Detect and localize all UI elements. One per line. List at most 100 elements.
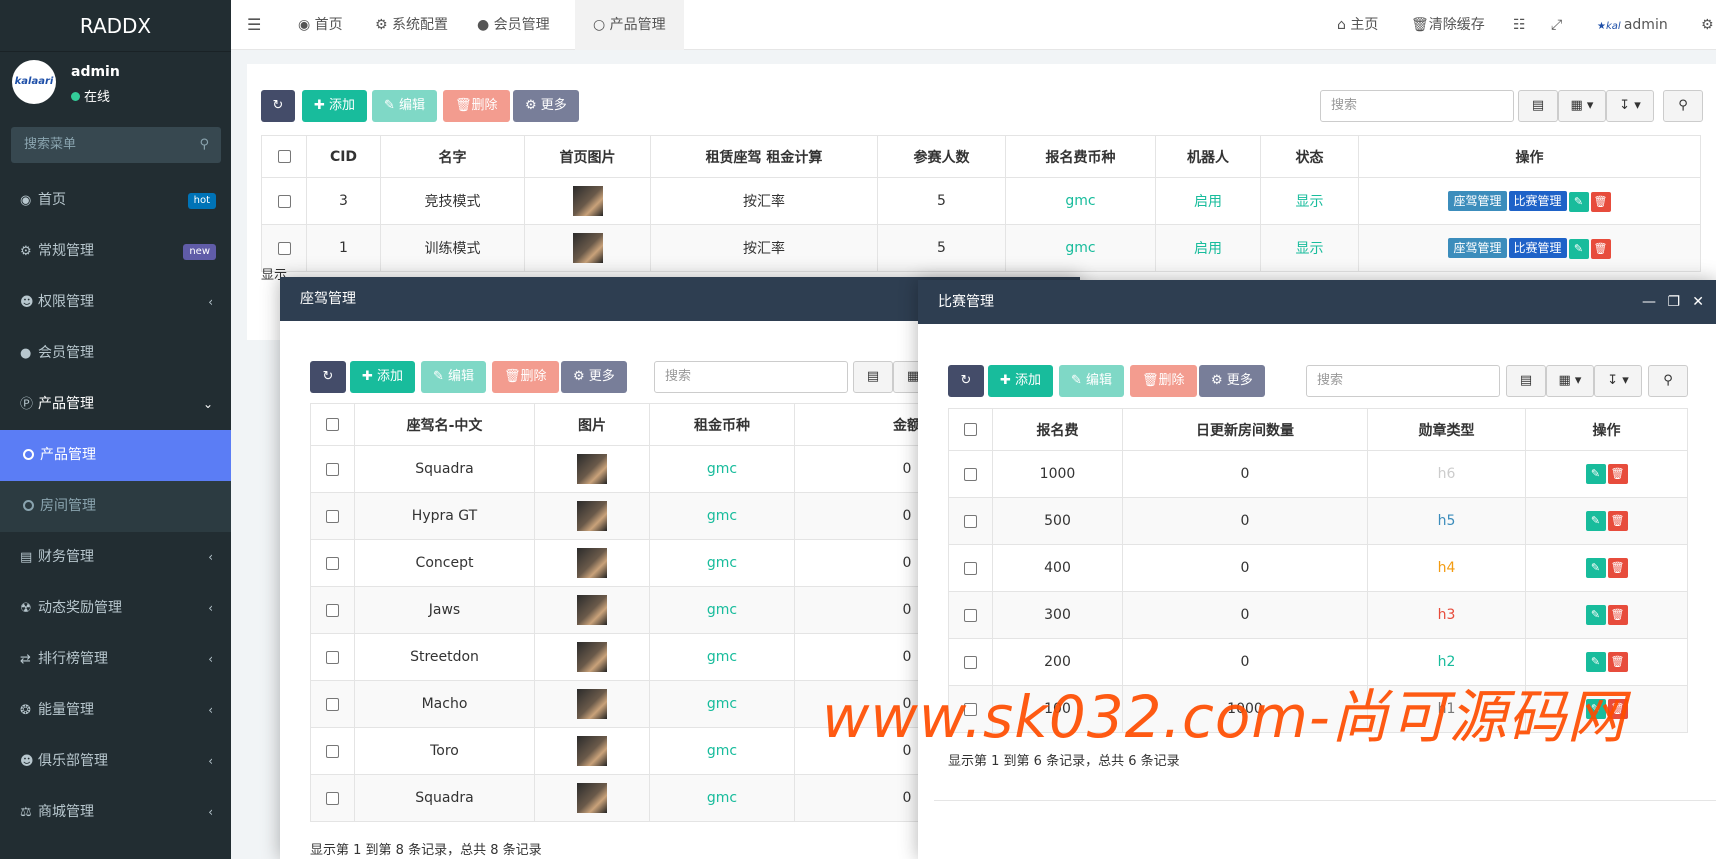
robot-status[interactable]: 启用 bbox=[1155, 177, 1261, 225]
delete-row-button[interactable]: 🗑 bbox=[1607, 558, 1628, 578]
sidebar-subitem-products[interactable]: 产品管理 bbox=[0, 430, 231, 481]
select-all-cell[interactable] bbox=[948, 408, 993, 451]
status-badge[interactable]: 显示 bbox=[1260, 224, 1359, 272]
row-select-cell[interactable] bbox=[261, 177, 307, 225]
column-header[interactable]: CID bbox=[306, 135, 381, 178]
refresh-button[interactable]: ↻ bbox=[310, 361, 346, 393]
table-row[interactable]: 3 竞技模式 按汇率 5 gmc 启用 显示 座驾管理 比赛管理 ✎ 🗑 bbox=[261, 177, 1701, 225]
search-icon[interactable]: ⚲ bbox=[199, 127, 209, 163]
refresh-button[interactable]: ↻ bbox=[261, 90, 295, 122]
row-select-cell[interactable] bbox=[948, 450, 993, 498]
row-select-cell[interactable] bbox=[948, 591, 993, 639]
add-button[interactable]: ✚ 添加 bbox=[350, 361, 416, 393]
sidebar-item-general[interactable]: ⚙ 常规管理 new bbox=[0, 226, 231, 277]
tab-products[interactable]: ○ 产品管理 bbox=[575, 0, 684, 50]
car-thumbnail[interactable] bbox=[577, 548, 607, 578]
delete-button[interactable]: 🗑删除 bbox=[1130, 365, 1197, 397]
edit-row-button[interactable]: ✎ bbox=[1585, 605, 1606, 625]
column-header[interactable]: 名字 bbox=[380, 135, 525, 178]
row-checkbox[interactable] bbox=[326, 650, 339, 664]
table-row[interactable]: Squadra gmc 0 bbox=[310, 774, 1020, 822]
select-all-cell[interactable] bbox=[310, 403, 355, 446]
clear-cache-button[interactable]: 🗑清除缓存 bbox=[1411, 0, 1485, 50]
settings-icon[interactable]: ⚙ bbox=[1701, 0, 1714, 50]
table-row[interactable]: 1 训练模式 按汇率 5 gmc 启用 显示 座驾管理 比赛管理 ✎ 🗑 bbox=[261, 224, 1701, 272]
delete-row-button[interactable]: 🗑 bbox=[1607, 605, 1628, 625]
sidebar-item-rewards[interactable]: ☢ 动态奖励管理 ‹ bbox=[0, 583, 231, 634]
sidebar-subitem-rooms[interactable]: 房间管理 bbox=[0, 481, 231, 532]
row-checkbox[interactable] bbox=[964, 655, 977, 669]
sidebar-item-club[interactable]: ☻ 俱乐部管理 ‹ bbox=[0, 736, 231, 787]
search-input[interactable]: 搜索 bbox=[654, 361, 848, 393]
tab-system-config[interactable]: ⚙ 系统配置 bbox=[363, 0, 460, 50]
delete-button[interactable]: 🗑删除 bbox=[492, 361, 559, 393]
row-checkbox[interactable] bbox=[277, 194, 291, 208]
column-header[interactable]: 报名费 bbox=[992, 408, 1123, 451]
close-icon[interactable]: ✕ bbox=[1692, 280, 1704, 324]
row-checkbox[interactable] bbox=[964, 514, 977, 528]
app-logo[interactable]: RADDX bbox=[0, 0, 231, 52]
match-manage-button[interactable]: 比赛管理 bbox=[1508, 190, 1567, 211]
column-header[interactable]: 图片 bbox=[534, 403, 650, 446]
add-button[interactable]: ✚ 添加 bbox=[302, 90, 368, 122]
delete-row-button[interactable]: 🗑 bbox=[1607, 652, 1628, 672]
match-manage-button[interactable]: 比赛管理 bbox=[1508, 237, 1567, 258]
sidebar-item-auth[interactable]: ☻ 权限管理 ‹ bbox=[0, 277, 231, 328]
row-select-cell[interactable] bbox=[310, 539, 355, 587]
search-input[interactable]: 搜索 bbox=[1320, 90, 1514, 122]
column-header[interactable]: 机器人 bbox=[1155, 135, 1261, 178]
table-row[interactable]: 300 0 h3 ✎ 🗑 bbox=[948, 591, 1688, 639]
product-thumbnail[interactable] bbox=[572, 186, 603, 216]
edit-row-button[interactable]: ✎ bbox=[1585, 464, 1606, 484]
export-icon[interactable]: ↧ ▾ bbox=[1606, 90, 1654, 122]
row-select-cell[interactable] bbox=[310, 727, 355, 775]
column-header[interactable]: 日更新房间数量 bbox=[1122, 408, 1368, 451]
card-view-icon[interactable]: ▤ bbox=[1506, 365, 1546, 397]
card-view-icon[interactable]: ▤ bbox=[853, 361, 893, 393]
row-checkbox[interactable] bbox=[277, 241, 291, 255]
row-checkbox[interactable] bbox=[326, 744, 339, 758]
table-row[interactable]: 500 0 h5 ✎ 🗑 bbox=[948, 497, 1688, 545]
menu-search-input[interactable]: 搜索菜单 ⚲ bbox=[11, 127, 221, 163]
row-checkbox[interactable] bbox=[326, 509, 339, 523]
status-badge[interactable]: 显示 bbox=[1260, 177, 1359, 225]
edit-button[interactable]: ✎ 编辑 bbox=[372, 90, 438, 122]
table-row[interactable]: Squadra gmc 0 bbox=[310, 445, 1020, 493]
sidebar-item-products[interactable]: Ⓟ 产品管理 ⌄ bbox=[0, 379, 231, 430]
edit-button[interactable]: ✎ 编辑 bbox=[1059, 365, 1125, 397]
car-manage-button[interactable]: 座驾管理 bbox=[1448, 190, 1507, 211]
sidebar-item-finance[interactable]: ▤ 财务管理 ‹ bbox=[0, 532, 231, 583]
fullscreen-icon[interactable]: ⤢ bbox=[1551, 0, 1562, 50]
select-all-checkbox[interactable] bbox=[964, 423, 977, 436]
column-header[interactable]: 参赛人数 bbox=[877, 135, 1006, 178]
delete-row-button[interactable]: 🗑 bbox=[1607, 464, 1628, 484]
row-select-cell[interactable] bbox=[310, 445, 355, 493]
select-all-checkbox[interactable] bbox=[326, 418, 339, 431]
table-row[interactable]: Jaws gmc 0 bbox=[310, 586, 1020, 634]
column-header[interactable]: 座驾名-中文 bbox=[354, 403, 535, 446]
delete-row-button[interactable]: 🗑 bbox=[1590, 238, 1611, 259]
home-link[interactable]: ⌂ 主页 bbox=[1337, 0, 1378, 50]
row-checkbox[interactable] bbox=[326, 556, 339, 570]
delete-row-button[interactable]: 🗑 bbox=[1590, 191, 1611, 212]
row-checkbox[interactable] bbox=[964, 561, 977, 575]
table-row[interactable]: 1000 0 h6 ✎ 🗑 bbox=[948, 450, 1688, 498]
refresh-button[interactable]: ↻ bbox=[948, 365, 984, 397]
car-manage-button[interactable]: 座驾管理 bbox=[1448, 237, 1507, 258]
delete-row-button[interactable]: 🗑 bbox=[1607, 511, 1628, 531]
column-header[interactable]: 租金币种 bbox=[649, 403, 795, 446]
search-icon[interactable]: ⚲ bbox=[1648, 365, 1688, 397]
tab-home[interactable]: ◉ 首页 bbox=[286, 0, 355, 50]
row-checkbox[interactable] bbox=[964, 608, 977, 622]
car-thumbnail[interactable] bbox=[577, 736, 607, 766]
more-button[interactable]: ⚙ 更多 bbox=[1199, 365, 1265, 397]
row-checkbox[interactable] bbox=[326, 603, 339, 617]
user-menu[interactable]: ★kal admin bbox=[1597, 0, 1668, 50]
translate-icon[interactable]: ☷ bbox=[1513, 0, 1526, 50]
car-thumbnail[interactable] bbox=[577, 783, 607, 813]
sidebar-item-shop[interactable]: ⚖ 商城管理 ‹ bbox=[0, 787, 231, 838]
table-row[interactable]: Hypra GT gmc 0 bbox=[310, 492, 1020, 540]
edit-row-button[interactable]: ✎ bbox=[1585, 511, 1606, 531]
delete-button[interactable]: 🗑删除 bbox=[443, 90, 510, 122]
add-button[interactable]: ✚ 添加 bbox=[988, 365, 1054, 397]
